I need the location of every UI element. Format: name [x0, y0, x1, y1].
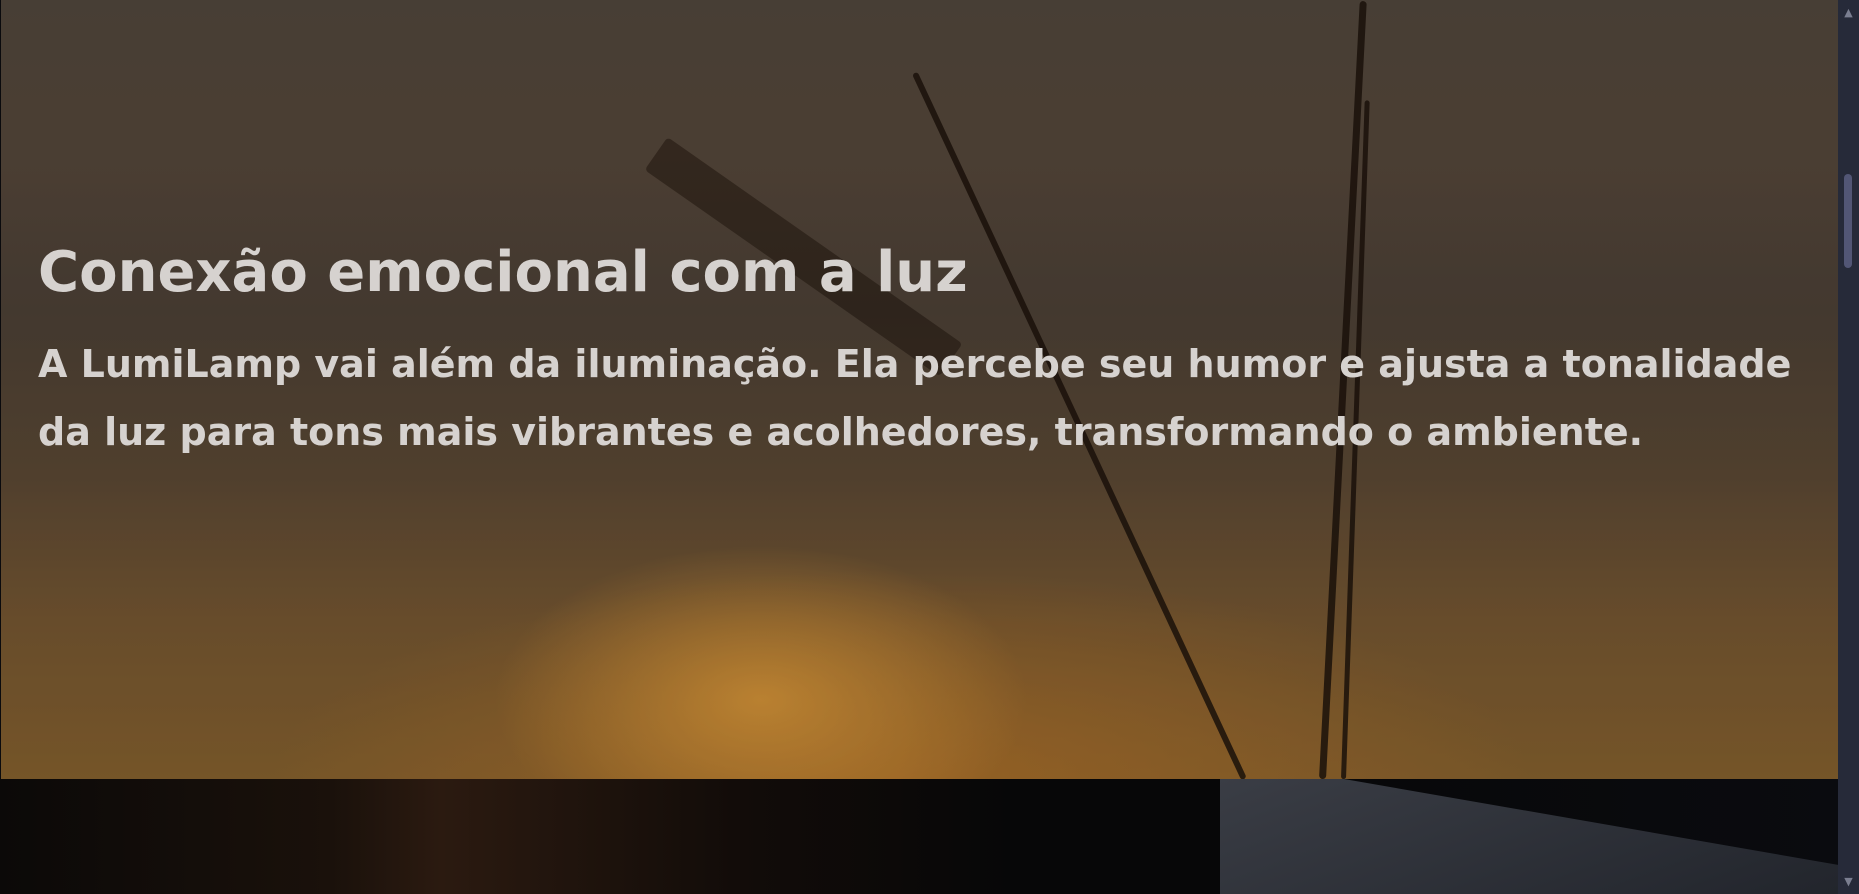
- vertical-scrollbar[interactable]: ▲ ▼: [1838, 0, 1859, 894]
- page: Conexão emocional com a luz A LumiLamp v…: [0, 0, 1838, 894]
- hero-description: A LumiLamp vai além da iluminação. Ela p…: [38, 342, 1792, 454]
- chevron-up-icon[interactable]: ▲: [1838, 6, 1859, 19]
- hero-section: Conexão emocional com a luz A LumiLamp v…: [1, 0, 1838, 779]
- next-section-image: [0, 779, 1838, 894]
- chevron-down-icon[interactable]: ▼: [1838, 875, 1859, 888]
- hero-content: Conexão emocional com a luz A LumiLamp v…: [38, 236, 1798, 466]
- hero-title: Conexão emocional com a luz: [38, 240, 968, 305]
- pillow-image: [1220, 779, 1838, 894]
- scrollbar-thumb[interactable]: [1844, 174, 1852, 268]
